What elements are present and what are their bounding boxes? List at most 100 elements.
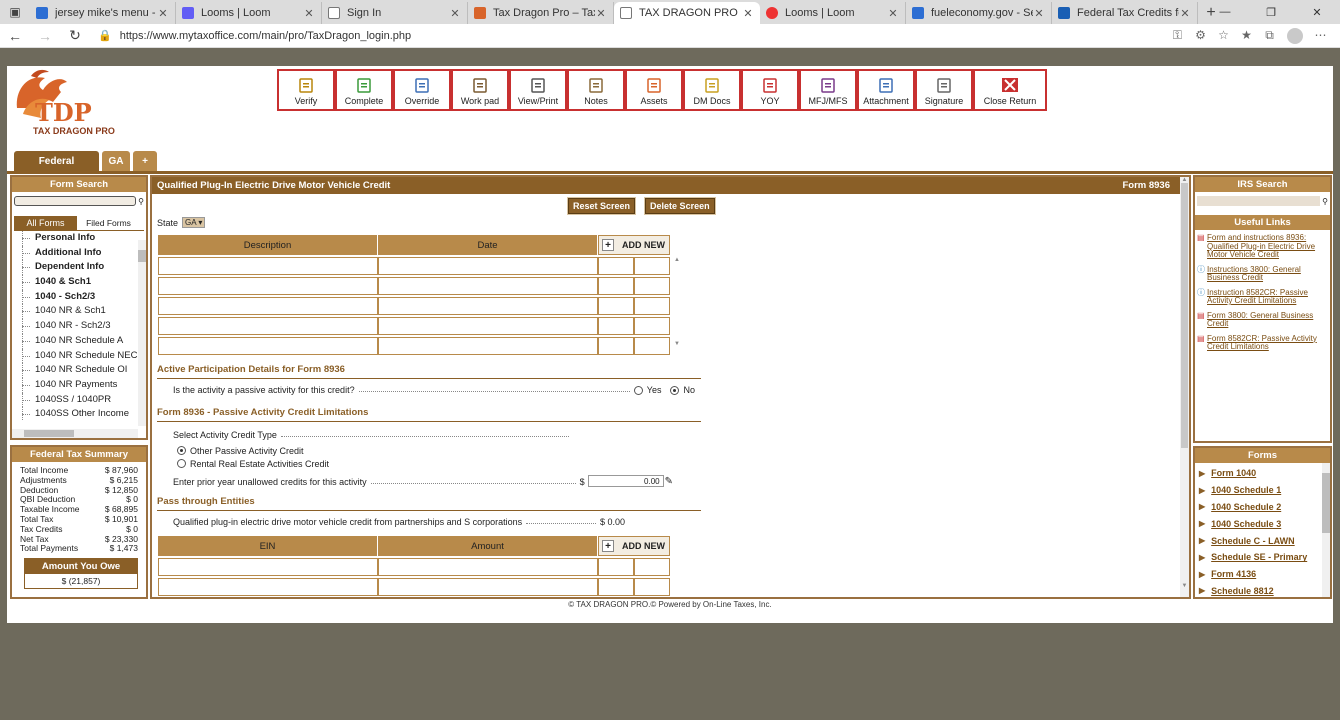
useful-link[interactable]: ▤ Form and instructions 8936: Qualified P…: [1197, 233, 1328, 260]
extension-icon[interactable]: ⚙: [1189, 28, 1212, 44]
reset-screen-button[interactable]: Reset Screen: [566, 197, 637, 215]
table-cell[interactable]: [598, 337, 634, 355]
table-cell[interactable]: [378, 578, 598, 596]
favorite-add-icon[interactable]: ☆: [1212, 28, 1235, 44]
view-print-button[interactable]: View/Print: [509, 69, 567, 111]
maximize-icon[interactable]: ❐: [1248, 0, 1294, 24]
table-cell[interactable]: [378, 297, 598, 315]
table-cell[interactable]: [634, 277, 670, 295]
browser-tab[interactable]: Federal Tax Credits for All-✕: [1052, 2, 1198, 24]
yoy-button[interactable]: YOY: [741, 69, 799, 111]
irs-search-input[interactable]: [1197, 196, 1321, 206]
table-cell[interactable]: [158, 257, 378, 275]
table-cell[interactable]: [598, 257, 634, 275]
table-cell[interactable]: [378, 558, 598, 576]
table-cell[interactable]: [634, 578, 670, 596]
form-tree-item[interactable]: 1040 NR - Sch2/3: [12, 319, 146, 334]
state-select[interactable]: GA ▾: [182, 217, 206, 228]
table-cell[interactable]: [158, 317, 378, 335]
form-tree-item[interactable]: 1040 NR Schedule OI: [12, 363, 146, 378]
tdp-logo[interactable]: TDP TAX DRAGON PRO: [9, 68, 129, 140]
table-cell[interactable]: [378, 277, 598, 295]
table-cell[interactable]: [598, 317, 634, 335]
form-link[interactable]: ▶ Schedule 8812: [1195, 583, 1330, 597]
table-cell[interactable]: [634, 297, 670, 315]
table-cell[interactable]: [634, 317, 670, 335]
form-tab-ga[interactable]: GA: [102, 151, 130, 171]
tab-close-icon[interactable]: ✕: [1179, 7, 1191, 20]
add-new-button[interactable]: + ADD NEW: [598, 235, 670, 255]
assets-button[interactable]: Assets: [625, 69, 683, 111]
useful-link[interactable]: ▤ Form 3800: General Business Credit: [1197, 311, 1328, 329]
verify-button[interactable]: Verify: [277, 69, 335, 111]
prior-credits-input[interactable]: 0.00: [587, 475, 664, 487]
key-icon[interactable]: ⚿: [1166, 28, 1189, 44]
browser-tab[interactable]: Tax Dragon Pro – Tax Softw✕: [468, 2, 614, 24]
form-tree-item[interactable]: Personal Info: [12, 231, 146, 246]
useful-link[interactable]: ⓘ Instruction 8582CR: Passive Activity Cr…: [1197, 288, 1328, 306]
browser-tab[interactable]: Sign In ✕: [322, 2, 468, 24]
table-cell[interactable]: [158, 578, 378, 596]
attachment-button[interactable]: Attachment: [857, 69, 915, 111]
tab-close-icon[interactable]: ✕: [449, 7, 461, 20]
tab-close-icon[interactable]: ✕: [157, 7, 169, 20]
form-link[interactable]: ▶ Form 4136: [1195, 566, 1330, 583]
form-scrollbar[interactable]: ▲ ▼: [1180, 177, 1189, 597]
form-tree-item[interactable]: 1040SS / 1040PR: [12, 392, 146, 408]
browser-tab[interactable]: TAX DRAGON PRO ✕: [614, 2, 760, 24]
tree-scrollbar[interactable]: [138, 240, 146, 426]
mfj-mfs-button[interactable]: MFJ/MFS: [799, 69, 857, 111]
browser-tab[interactable]: Looms | Loom ✕: [176, 2, 322, 24]
minimize-icon[interactable]: —: [1202, 0, 1248, 24]
table-cell[interactable]: [378, 257, 598, 275]
tab-all-forms[interactable]: All Forms: [14, 216, 77, 230]
yes-radio[interactable]: [633, 386, 643, 395]
useful-link[interactable]: ▤ Form 8582CR: Passive Activity Credit Li…: [1197, 334, 1328, 352]
form-link[interactable]: ▶ 1040 Schedule 3: [1195, 515, 1330, 532]
delete-screen-button[interactable]: Delete Screen: [644, 197, 716, 215]
tab-close-icon[interactable]: ✕: [303, 7, 315, 20]
table1-scrollbar[interactable]: ▲ ▼: [673, 257, 681, 357]
close-window-icon[interactable]: ✕: [1294, 0, 1340, 24]
table-cell[interactable]: [158, 297, 378, 315]
add-new-ein-button[interactable]: + ADD NEW: [598, 536, 670, 556]
form-tree-item[interactable]: Dependent Info: [12, 260, 146, 275]
tab-close-icon[interactable]: ✕: [595, 7, 607, 20]
tree-hscrollbar[interactable]: [12, 429, 138, 438]
complete-button[interactable]: Complete: [335, 69, 393, 111]
form-tab-federal[interactable]: Federal: [14, 151, 99, 171]
form-tree-item[interactable]: 1040 NR Schedule A: [12, 333, 146, 349]
close-return-button[interactable]: Close Return: [973, 69, 1047, 111]
tab-close-icon[interactable]: ✕: [887, 7, 899, 20]
form-tab-add[interactable]: +: [133, 151, 157, 171]
profile-avatar[interactable]: [1287, 27, 1303, 44]
table-cell[interactable]: [158, 337, 378, 355]
table-cell[interactable]: [634, 558, 670, 576]
browser-tab[interactable]: fueleconomy.gov - Search✕: [906, 2, 1052, 24]
form-tree-item[interactable]: Additional Info: [12, 245, 146, 261]
rental-real-estate-radio[interactable]: [177, 459, 186, 468]
back-icon[interactable]: ←: [0, 28, 30, 44]
browser-tab[interactable]: jersey mike's menu - Searc✕: [30, 2, 176, 24]
other-passive-radio[interactable]: [177, 446, 186, 455]
search-icon[interactable]: ⚲: [138, 197, 144, 206]
table-cell[interactable]: [598, 558, 634, 576]
signature-button[interactable]: Signature: [915, 69, 973, 111]
form-tree-item[interactable]: 1040SS Other Income: [12, 407, 146, 421]
table-cell[interactable]: [378, 337, 598, 355]
notes-button[interactable]: Notes: [567, 69, 625, 111]
form-link[interactable]: ▶ Schedule SE - Primary: [1195, 549, 1330, 566]
table-cell[interactable]: [634, 257, 670, 275]
form-tree-item[interactable]: 1040 NR Payments: [12, 377, 146, 393]
calculator-icon[interactable]: ✎: [665, 476, 673, 487]
tab-close-icon[interactable]: ✕: [1033, 7, 1045, 20]
form-tree-item[interactable]: 1040 & Sch1: [12, 275, 146, 290]
tab-actions-icon[interactable]: ▣: [0, 0, 30, 24]
form-search-input[interactable]: [14, 196, 137, 206]
table-cell[interactable]: [158, 277, 378, 295]
url-field[interactable]: 🔒 https://www.mytaxoffice.com/main/pro/T…: [90, 29, 1166, 43]
form-tree-item[interactable]: 1040 - Sch2/3: [12, 289, 146, 305]
tab-close-icon[interactable]: ✕: [742, 7, 754, 20]
table-cell[interactable]: [634, 337, 670, 355]
form-tree-item[interactable]: 1040 NR Schedule NEC: [12, 348, 146, 364]
